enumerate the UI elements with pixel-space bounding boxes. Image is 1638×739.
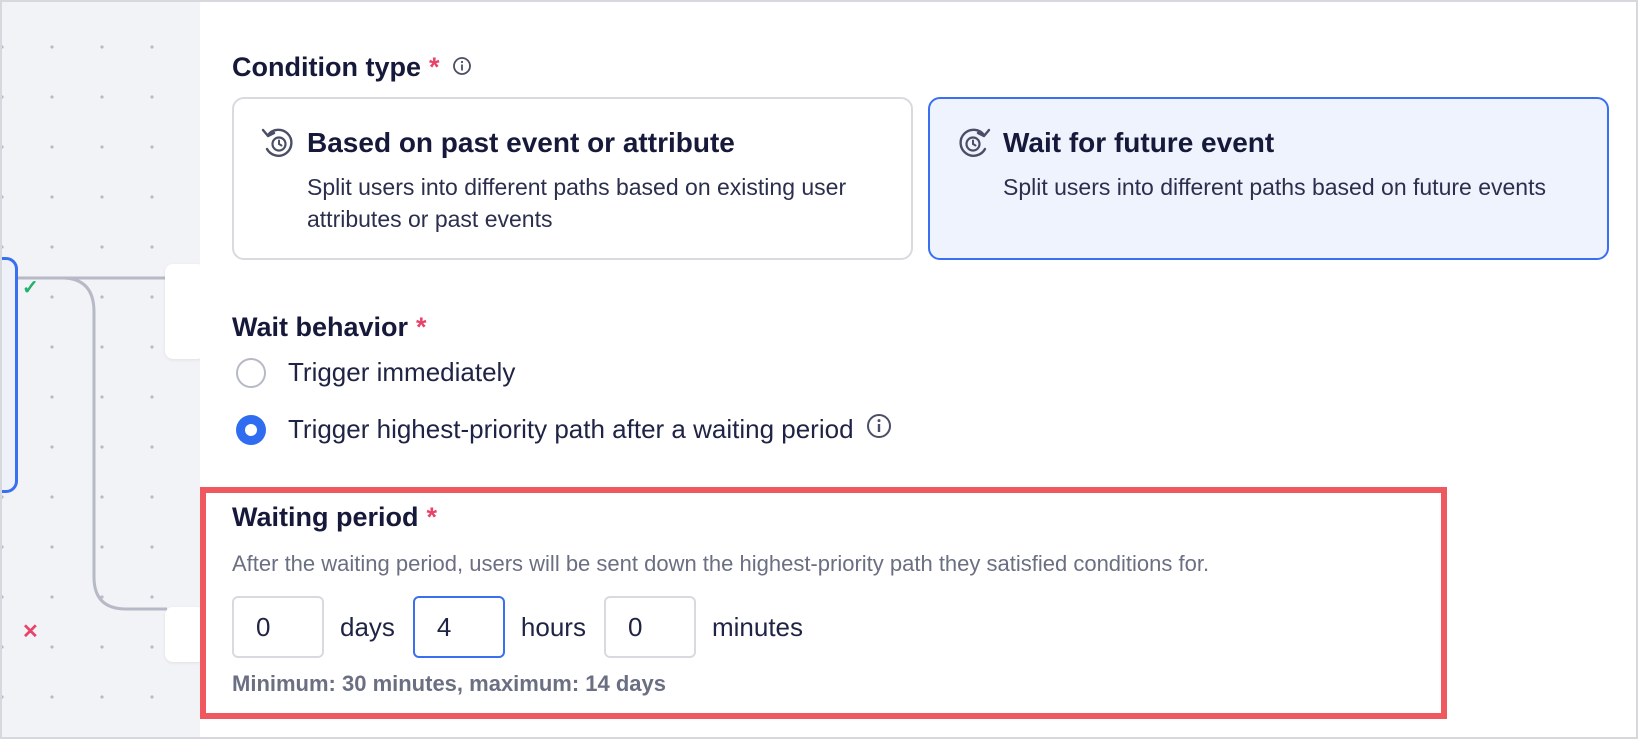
option-title: Wait for future event	[1003, 127, 1275, 158]
radio-button-selected[interactable]	[236, 414, 266, 445]
option-description: Split users into different paths based o…	[1003, 174, 1546, 200]
hours-input[interactable]	[412, 596, 505, 658]
history-clock-icon	[260, 125, 296, 161]
info-icon[interactable]	[452, 52, 472, 83]
condition-type-label: Condition type *	[232, 52, 472, 83]
condition-type-text: Condition type	[232, 52, 421, 82]
required-mark: *	[428, 52, 440, 82]
minutes-unit: minutes	[711, 611, 804, 642]
days-input[interactable]	[232, 596, 324, 658]
minutes-input[interactable]	[603, 596, 696, 658]
waiting-period-description: After the waiting period, users will be …	[232, 551, 1210, 576]
required-mark: *	[426, 502, 437, 532]
required-mark: *	[416, 312, 427, 342]
condition-option-future-event[interactable]: Wait for future event Split users into d…	[928, 97, 1609, 260]
cross-icon: ✕	[22, 621, 39, 643]
waiting-period-hint: Minimum: 30 minutes, maximum: 14 days	[232, 671, 667, 696]
radio-label: Trigger highest-priority path after a wa…	[288, 414, 854, 444]
check-icon: ✓	[22, 277, 39, 299]
info-icon[interactable]	[866, 413, 892, 446]
waiting-period-text: Waiting period	[232, 502, 419, 532]
condition-option-past-event[interactable]: Based on past event or attribute Split u…	[232, 97, 913, 260]
wait-behavior-label: Wait behavior *	[232, 312, 427, 343]
condition-settings-panel: Condition type * Based on past event or …	[200, 2, 1636, 737]
option-title: Based on past event or attribute	[307, 127, 735, 158]
hours-unit: hours	[520, 611, 586, 642]
option-description: Split users into different paths based o…	[307, 174, 847, 232]
future-clock-icon	[956, 125, 992, 161]
radio-button[interactable]	[236, 357, 266, 388]
screenshot-frame: ✓ ✕ Condition type * Based on past event…	[0, 0, 1638, 739]
days-unit: days	[340, 611, 395, 642]
radio-label: Trigger immediately	[288, 357, 516, 387]
journey-canvas[interactable]: ✓ ✕	[2, 2, 205, 737]
radio-trigger-after-waiting[interactable]: Trigger highest-priority path after a wa…	[236, 413, 892, 446]
wait-behavior-text: Wait behavior	[232, 312, 409, 342]
waiting-period-inputs: days hours minutes	[232, 596, 821, 658]
branch-no-card[interactable]	[165, 607, 205, 662]
radio-trigger-immediately[interactable]: Trigger immediately	[236, 357, 515, 388]
branch-yes-card[interactable]	[165, 264, 205, 359]
waiting-period-label: Waiting period *	[232, 502, 437, 533]
